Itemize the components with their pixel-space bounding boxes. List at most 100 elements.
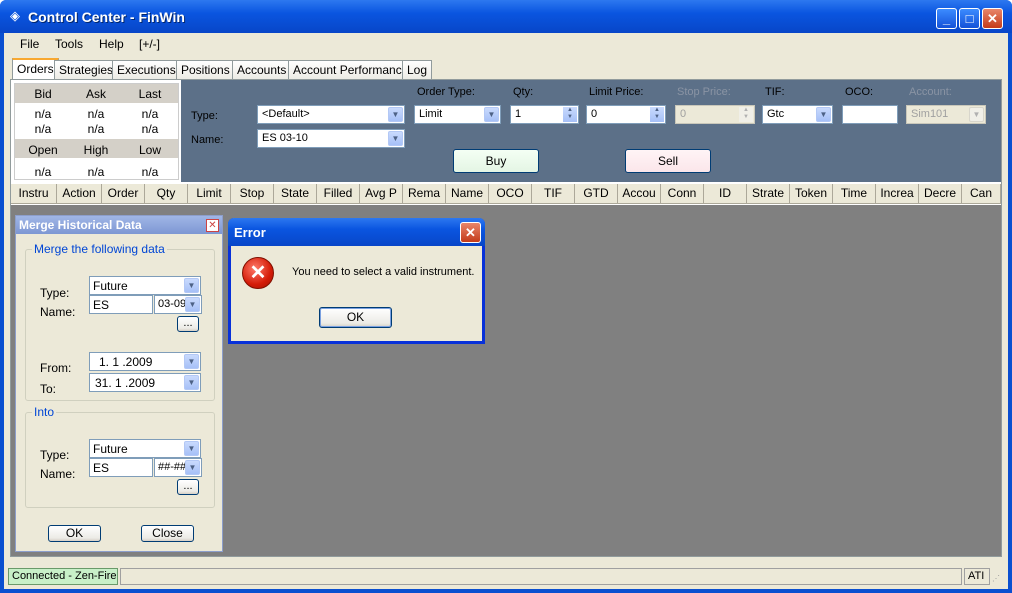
quote-high-value: n/a: [87, 165, 105, 179]
order-type-select[interactable]: Limit ▼: [414, 105, 501, 124]
col-cancel[interactable]: Can: [962, 184, 1001, 204]
error-dialog: Error ✕ ✕ You need to select a valid ins…: [228, 218, 485, 344]
merge-browse-button[interactable]: ...: [177, 316, 199, 332]
into-name-label: Name:: [40, 467, 76, 481]
order-entry-panel: Type: <Default> ▼ Name: ES 03-10 ▼ Order T…: [181, 80, 1001, 182]
col-id[interactable]: ID: [704, 184, 747, 204]
minimize-button[interactable]: _: [936, 8, 957, 29]
resize-grip-icon[interactable]: ⋰: [992, 574, 1002, 584]
maximize-button[interactable]: □: [959, 8, 980, 29]
oco-input[interactable]: [842, 105, 898, 124]
tab-account-performance[interactable]: Account Performance: [288, 60, 414, 79]
quote-low-value: n/a: [141, 165, 159, 179]
chevron-down-icon[interactable]: ▼: [816, 107, 831, 122]
menu-toggle[interactable]: [+/-]: [139, 37, 160, 51]
col-order[interactable]: Order: [102, 184, 145, 204]
error-close-button[interactable]: ✕: [460, 222, 481, 243]
into-expiry-value: ##-##: [158, 461, 187, 473]
chevron-down-icon[interactable]: ▼: [388, 107, 403, 122]
merge-expiry-select[interactable]: 03-09 ▼: [154, 295, 202, 314]
type-label: Type:: [191, 110, 218, 122]
menu-tools[interactable]: Tools: [55, 37, 83, 51]
quote-last-header: Last: [138, 87, 162, 101]
type-select[interactable]: <Default> ▼: [257, 105, 405, 124]
menu-file[interactable]: File: [20, 37, 39, 51]
chevron-down-icon[interactable]: ▼: [388, 131, 403, 146]
col-remaining[interactable]: Rema: [403, 184, 446, 204]
tab-strategies[interactable]: Strategies: [54, 60, 119, 79]
limit-price-label: Limit Price:: [589, 86, 644, 98]
name-select[interactable]: ES 03-10 ▼: [257, 129, 405, 148]
into-browse-button[interactable]: ...: [177, 479, 199, 495]
chevron-down-icon[interactable]: ▼: [185, 297, 200, 312]
menu-help[interactable]: Help: [99, 37, 124, 51]
col-filled[interactable]: Filled: [317, 184, 360, 204]
merge-type-label: Type:: [40, 286, 70, 300]
col-gtd[interactable]: GTD: [575, 184, 618, 204]
col-name[interactable]: Name: [446, 184, 489, 204]
into-type-select[interactable]: Future ▼: [89, 439, 201, 458]
tab-log[interactable]: Log: [402, 60, 433, 79]
tab-positions[interactable]: Positions: [176, 60, 235, 79]
tab-executions[interactable]: Executions: [112, 60, 181, 79]
sell-button[interactable]: Sell: [625, 149, 711, 173]
into-expiry-select[interactable]: ##-## ▼: [154, 458, 202, 477]
chevron-down-icon[interactable]: ▼: [184, 375, 199, 390]
col-token[interactable]: Token: [790, 184, 833, 204]
chevron-down-icon[interactable]: ▼: [184, 441, 199, 456]
col-avg-price[interactable]: Avg P: [360, 184, 403, 204]
col-state[interactable]: State: [274, 184, 317, 204]
col-oco[interactable]: OCO: [489, 184, 532, 204]
close-button[interactable]: ✕: [982, 8, 1003, 29]
col-increase[interactable]: Increa: [876, 184, 919, 204]
col-action[interactable]: Action: [57, 184, 102, 204]
error-dialog-title[interactable]: Error: [228, 218, 485, 246]
spin-arrows-icon[interactable]: ▲ ▼: [650, 107, 664, 122]
col-limit[interactable]: Limit: [188, 184, 231, 204]
merge-name-label: Name:: [40, 305, 76, 319]
to-date-picker[interactable]: 31. 1 .2009 ▼: [89, 373, 201, 392]
into-name-input[interactable]: ES: [89, 458, 153, 477]
col-qty[interactable]: Qty: [145, 184, 188, 204]
merge-name-input[interactable]: ES: [89, 295, 153, 314]
merge-historical-data-dialog: Merge Historical Data ✕ Merge the follow…: [15, 215, 223, 552]
merge-ok-button[interactable]: OK: [48, 525, 101, 542]
window-title: Control Center - FinWin: [28, 9, 185, 25]
limit-price-stepper[interactable]: 0 ▲ ▼: [586, 105, 666, 124]
from-date-picker[interactable]: 1. 1 .2009 ▼: [89, 352, 201, 371]
col-connection[interactable]: Conn: [661, 184, 704, 204]
tif-select[interactable]: Gtc ▼: [762, 105, 833, 124]
quote-last-value: n/a: [141, 107, 159, 121]
chevron-down-icon[interactable]: ▼: [184, 354, 199, 369]
col-decrease[interactable]: Decre: [919, 184, 962, 204]
tab-orders[interactable]: Orders: [12, 58, 59, 80]
col-strategy[interactable]: Strate: [747, 184, 790, 204]
spin-arrows-icon[interactable]: ▲ ▼: [563, 107, 577, 122]
merge-close-icon[interactable]: ✕: [206, 219, 219, 232]
tab-accounts[interactable]: Accounts: [232, 60, 292, 79]
merge-dialog-title[interactable]: Merge Historical Data: [16, 216, 222, 234]
merge-close-button[interactable]: Close: [141, 525, 194, 542]
chevron-down-icon[interactable]: ▼: [185, 460, 200, 475]
col-stop[interactable]: Stop: [231, 184, 274, 204]
quote-low-header: Low: [138, 143, 161, 157]
col-instrument[interactable]: Instru: [11, 184, 57, 204]
col-tif[interactable]: TIF: [532, 184, 575, 204]
quote-open-header: Open: [28, 143, 58, 157]
quote-bid-value: n/a: [34, 107, 52, 121]
to-date-value: 31. 1 .2009: [95, 376, 156, 390]
merge-type-select[interactable]: Future ▼: [89, 276, 201, 295]
qty-stepper[interactable]: 1 ▲ ▼: [510, 105, 579, 124]
chevron-down-icon[interactable]: ▼: [184, 278, 199, 293]
merge-into-legend: Into: [32, 405, 57, 419]
app-icon: ◈: [10, 8, 20, 23]
error-ok-button[interactable]: OK: [319, 307, 392, 328]
buy-button[interactable]: Buy: [453, 149, 539, 173]
col-account[interactable]: Accou: [618, 184, 661, 204]
title-bar[interactable]: ◈ Control Center - FinWin _ □ ✕: [0, 0, 1012, 33]
error-message: You need to select a valid instrument.: [292, 266, 475, 278]
col-time[interactable]: Time: [833, 184, 876, 204]
chevron-down-icon[interactable]: ▼: [484, 107, 499, 122]
error-title-text: Error: [234, 225, 266, 240]
ati-status: ATI: [964, 568, 990, 585]
